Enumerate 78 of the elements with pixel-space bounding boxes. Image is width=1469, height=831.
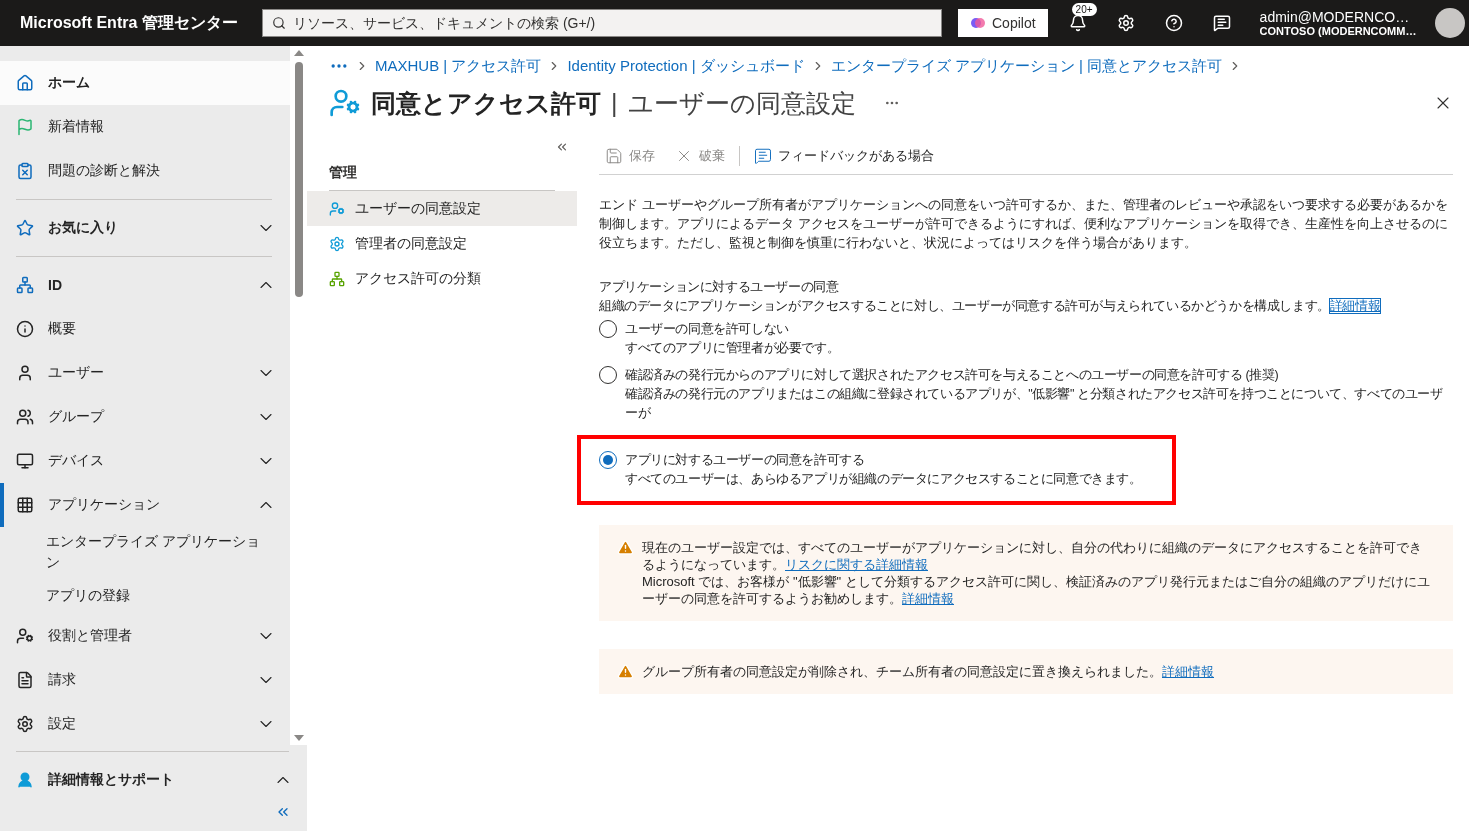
warning-icon <box>617 663 634 680</box>
nav-item[interactable]: 新着情報 <box>0 105 290 149</box>
breadcrumb-link[interactable]: MAXHUB | アクセス許可 <box>375 56 542 76</box>
nav-icon <box>16 627 34 645</box>
page-subtitle: ユーザーの同意設定 <box>627 87 856 119</box>
page-title: 同意とアクセス許可 <box>371 87 601 119</box>
feedback-icon <box>1212 14 1231 32</box>
title-separator: | <box>611 88 618 118</box>
menu-item[interactable]: ユーザーの同意設定 <box>307 191 577 226</box>
menu-item[interactable]: アクセス許可の分類 <box>307 261 577 296</box>
nav-icon <box>16 276 34 294</box>
notification-button[interactable]: 20+ <box>1059 5 1096 41</box>
gear-icon <box>329 235 345 252</box>
toolbar-button[interactable]: フィードバックがある場合 <box>748 147 940 165</box>
option-label: 確認済みの発行元からのアプリに対して選択されたアクセス許可を与えることへのユーザーの同意を許可する (推奨) <box>625 367 1280 384</box>
breadcrumb-link[interactable]: Identity Protection | ダッシュボード <box>567 56 805 76</box>
nav-item[interactable]: ID <box>0 263 290 307</box>
user-gear-icon <box>329 200 345 217</box>
nav-item[interactable]: 設定 <box>0 702 290 745</box>
nav-item[interactable]: 詳細情報とサポート <box>0 758 307 802</box>
menu-item[interactable]: 管理者の同意設定 <box>307 226 577 261</box>
hierarchy-icon <box>329 270 345 287</box>
learn-more-link[interactable]: リスクに関する詳細情報 <box>785 557 928 572</box>
option-description: すべてのユーザーは、あらゆるアプリが組織のデータにアクセスすることに同意できます。 <box>625 471 1142 488</box>
notification-count: 20+ <box>1071 3 1097 16</box>
nav-icon <box>16 671 34 689</box>
nav-icon <box>16 496 34 514</box>
option-label: ユーザーの同意を許可しない <box>625 321 790 338</box>
nav-item[interactable]: 概要 <box>0 307 290 351</box>
nav-item[interactable]: 問題の診断と解決 <box>0 149 290 193</box>
copilot-logo-icon <box>970 15 986 31</box>
section-description: 組織のデータにアプリケーションがアクセスすることに対し、ユーザーが同意する許可が与えられているかどうかを構成します。詳細情報 <box>599 298 1382 315</box>
settings-icon <box>1116 14 1135 32</box>
app-title: Microsoft Entra 管理センター <box>20 12 239 33</box>
nav-icon <box>16 162 34 180</box>
learn-more-link[interactable]: 詳細情報 <box>1162 664 1214 679</box>
nav-subitem[interactable]: アプリの登録 <box>0 581 290 614</box>
option-label: アプリに対するユーザーの同意を許可する <box>625 452 866 469</box>
scrollbar[interactable] <box>290 46 307 745</box>
nav-item[interactable]: デバイス <box>0 439 290 483</box>
nav-icon <box>16 452 34 470</box>
nav-icon <box>16 320 34 338</box>
learn-more-link[interactable]: 詳細情報 <box>902 591 954 606</box>
help-icon <box>1164 14 1183 32</box>
option-description: 確認済みの発行元のアプリまたはこの組織に登録されているアプリが、"低影響" と分類されたアクセス許可を持つことについて、すべてのユーザーが <box>625 386 1444 422</box>
avatar[interactable] <box>1435 8 1465 38</box>
account-button[interactable]: admin@MODERNCO… CONTOSO (MODERNCOMM… <box>1259 9 1417 37</box>
breadcrumb-link[interactable]: エンタープライズ アプリケーション | 同意とアクセス許可 <box>830 56 1223 76</box>
nav-icon <box>16 74 34 92</box>
warning-text: 現在のユーザー設定では、すべてのユーザーがアプリケーションに対し、自分の代わりに組織のデータにアクセスすることを許可できるようになっています。リスクに関する詳細情報 <box>642 539 1423 573</box>
copilot-button[interactable]: Copilot <box>958 9 1048 37</box>
warning-icon <box>617 539 634 556</box>
warning-text: グループ所有者の同意設定が削除され、チーム所有者の同意設定に置き換えられました。詳細情報 <box>642 663 1214 680</box>
nav-icon <box>16 219 34 237</box>
nav-item[interactable]: お気に入り <box>0 206 290 250</box>
search-field[interactable]: リソース、サービス、ドキュメントの検索 (G+/) <box>262 9 942 37</box>
save-icon <box>605 147 623 165</box>
nav-item[interactable]: グループ <box>0 395 290 439</box>
nav-icon <box>16 364 34 382</box>
nav-icon <box>16 118 34 136</box>
nav-item[interactable]: 役割と管理者 <box>0 614 290 658</box>
intro-text: エンド ユーザーやグループ所有者がアプリケーションへの同意をいつ許可するか、また、管理者のレビューや承認をいつ要求する必要があるかを制御します。アプリによるデータ アクセスをユーザーが許可できるようにすれば、便利なアプリケーションを取得でき、生産性を向上させるのに役立ちます。ただし、監視と制御を慎重に行わないと、状況によってはリスクを伴う場合があります。 <box>599 196 1449 252</box>
search-icon <box>272 16 286 30</box>
learn-more-link[interactable]: 詳細情報 <box>1329 299 1381 313</box>
nav-subitem[interactable]: エンタープライズ アプリケーション <box>0 527 290 581</box>
nav-item[interactable]: ホーム <box>0 61 290 105</box>
warning-text: Microsoft では、お客様が "低影響" として分類するアクセス許可に関し、検証済みのアプリ発行元またはご自分の組織のアプリだけにユーザーの同意を許可するようお勧めします。詳細情報 <box>642 573 1431 607</box>
nav-item[interactable]: 請求 <box>0 658 290 702</box>
nav-item[interactable]: ユーザー <box>0 351 290 395</box>
option-description: すべてのアプリに管理者が必要です。 <box>625 340 840 357</box>
feedback-icon <box>754 147 772 165</box>
nav-icon <box>16 715 34 733</box>
menu-heading: 管理 <box>329 164 358 182</box>
user-gear-icon <box>329 87 361 119</box>
person-icon <box>16 771 34 789</box>
nav-icon <box>16 408 34 426</box>
bell-icon <box>1068 14 1087 32</box>
section-heading: アプリケーションに対するユーザーの同意 <box>599 279 840 296</box>
